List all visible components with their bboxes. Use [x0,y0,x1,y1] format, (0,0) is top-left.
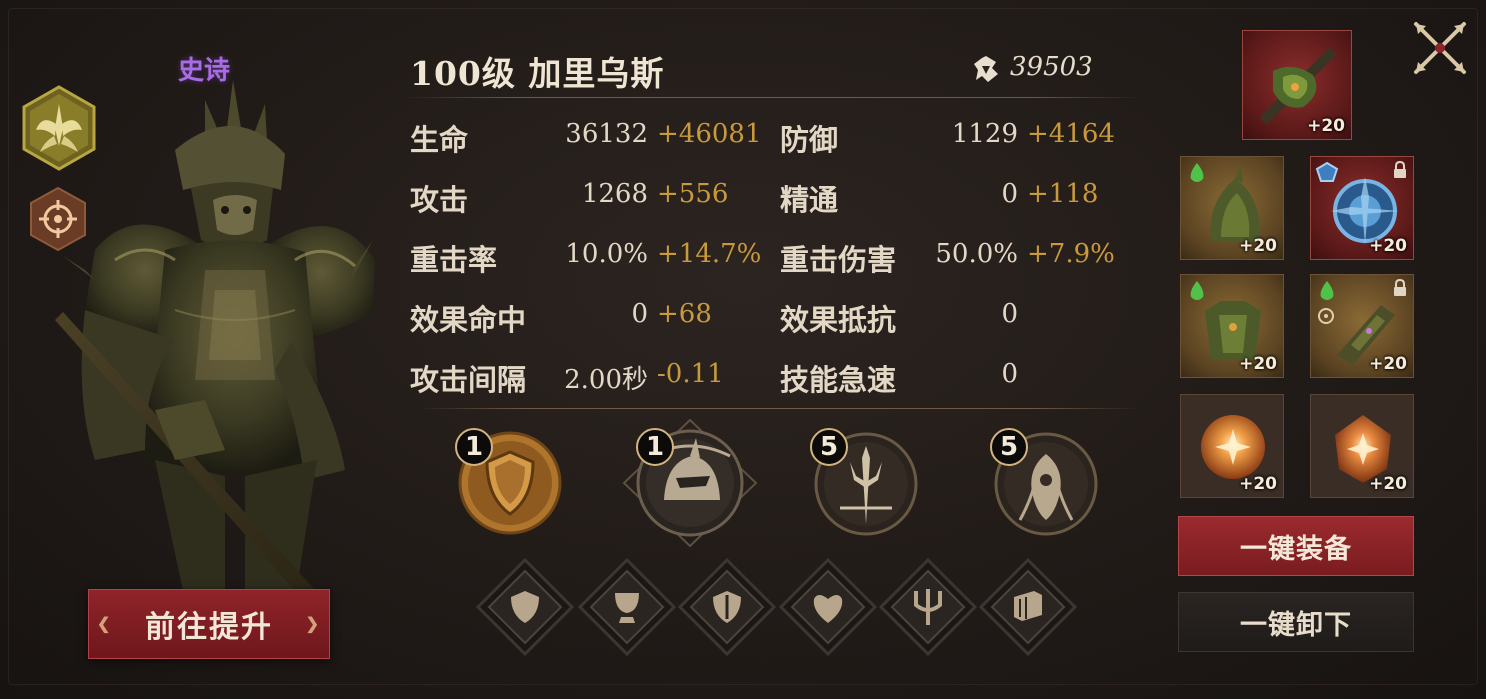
go-upgrade-button[interactable]: ❮ 前往提升 ❯ [88,589,330,659]
skill-slot-1[interactable]: 1 [455,428,565,538]
stat-base: 0 [1001,359,1018,389]
combat-power-value: 39503 [1010,52,1093,82]
stat-bonus: +68 [657,299,712,329]
stat-bonus: +7.9% [1027,239,1115,269]
equip-slot-shield[interactable]: +20 [1310,156,1414,260]
skill-level-badge: 1 [455,428,493,466]
stat-base: 10.0% [565,239,648,269]
hero-portrait [55,80,375,600]
equip-slot-gloves[interactable]: +20 [1310,274,1414,378]
stat-base: 1129 [951,119,1018,149]
hero-detail-panel: 史诗 ❮ 前往提升 ❯ 100级 加里乌斯 39503 生命 36132 +46… [0,0,1486,699]
enhance-level: +20 [1369,474,1407,494]
stat-base: 50.0% [935,239,1018,269]
stat-bonus: +118 [1027,179,1099,209]
skill-level-badge: 5 [990,428,1028,466]
stat-bonus: -0.11 [657,359,724,389]
skill-slot-4[interactable]: 5 [990,428,1102,540]
stat-base: 0 [1001,299,1018,329]
stat-label: 防御 [780,123,839,157]
chevron-right-icon: ❯ [305,614,321,633]
enhance-level: +20 [1239,236,1277,256]
frost-element-icon [1315,161,1339,182]
stats-divider [418,408,1140,409]
equip-slot-weapon[interactable]: +20 [1242,30,1352,140]
equip-slot-armor[interactable]: +20 [1180,274,1284,378]
trident-rune-icon[interactable] [878,557,978,657]
nature-element-icon [1190,163,1204,182]
enhance-level: +20 [1307,116,1345,136]
lock-icon [1394,279,1406,296]
heart-rune-icon[interactable] [778,557,878,657]
close-icon[interactable] [1410,18,1470,78]
hero-title: 100级 加里乌斯 [410,54,665,93]
stat-bonus: +4164 [1027,119,1115,149]
stat-base: 2.00秒 [564,365,648,395]
equip-slot-ring[interactable]: +20 [1180,394,1284,498]
lock-icon [1394,161,1406,178]
compass-wheel-icon [1318,308,1334,324]
stat-label: 技能急速 [780,363,897,397]
stat-label: 效果命中 [410,303,527,337]
stat-label: 效果抵抗 [780,303,897,337]
equip-slot-helmet[interactable]: +20 [1180,156,1284,260]
chevron-left-icon: ❮ [97,614,113,633]
enhance-level: +20 [1369,236,1407,256]
stat-label: 攻击间隔 [410,363,527,397]
stat-label: 生命 [410,123,469,157]
combat-power-icon [974,56,998,82]
chalice-rune-icon[interactable] [577,557,677,657]
nature-element-icon [1190,281,1204,300]
stat-base: 0 [631,299,648,329]
stat-base: 36132 [565,119,648,149]
stat-label: 精通 [780,183,839,217]
nature-element-icon [1320,281,1334,300]
skill-level-badge: 1 [636,428,674,466]
stat-label: 重击伤害 [780,243,897,277]
stat-bonus: +14.7% [657,239,762,269]
stat-label: 攻击 [410,183,469,217]
enhance-level: +20 [1239,354,1277,374]
header-divider [405,97,1140,98]
skill-level-badge: 5 [810,428,848,466]
stat-base: 1268 [581,179,648,209]
shield-rune-icon[interactable] [475,557,575,657]
armor-rune-icon[interactable] [978,557,1078,657]
enhance-level: +20 [1369,354,1407,374]
unequip-all-button[interactable]: 一键卸下 [1178,592,1414,652]
go-upgrade-label: 前往提升 [145,610,273,645]
skill-slot-3[interactable]: 5 [810,428,922,540]
stat-base: 0 [1001,179,1018,209]
stat-bonus: +46081 [657,119,762,149]
stat-bonus: +556 [657,179,729,209]
equip-all-button[interactable]: 一键装备 [1178,516,1414,576]
equip-slot-amulet[interactable]: +20 [1310,394,1414,498]
enhance-level: +20 [1239,474,1277,494]
skill-slot-2[interactable]: 1 [620,416,760,550]
shield-rune-icon[interactable] [677,557,777,657]
stat-label: 重击率 [410,243,498,277]
